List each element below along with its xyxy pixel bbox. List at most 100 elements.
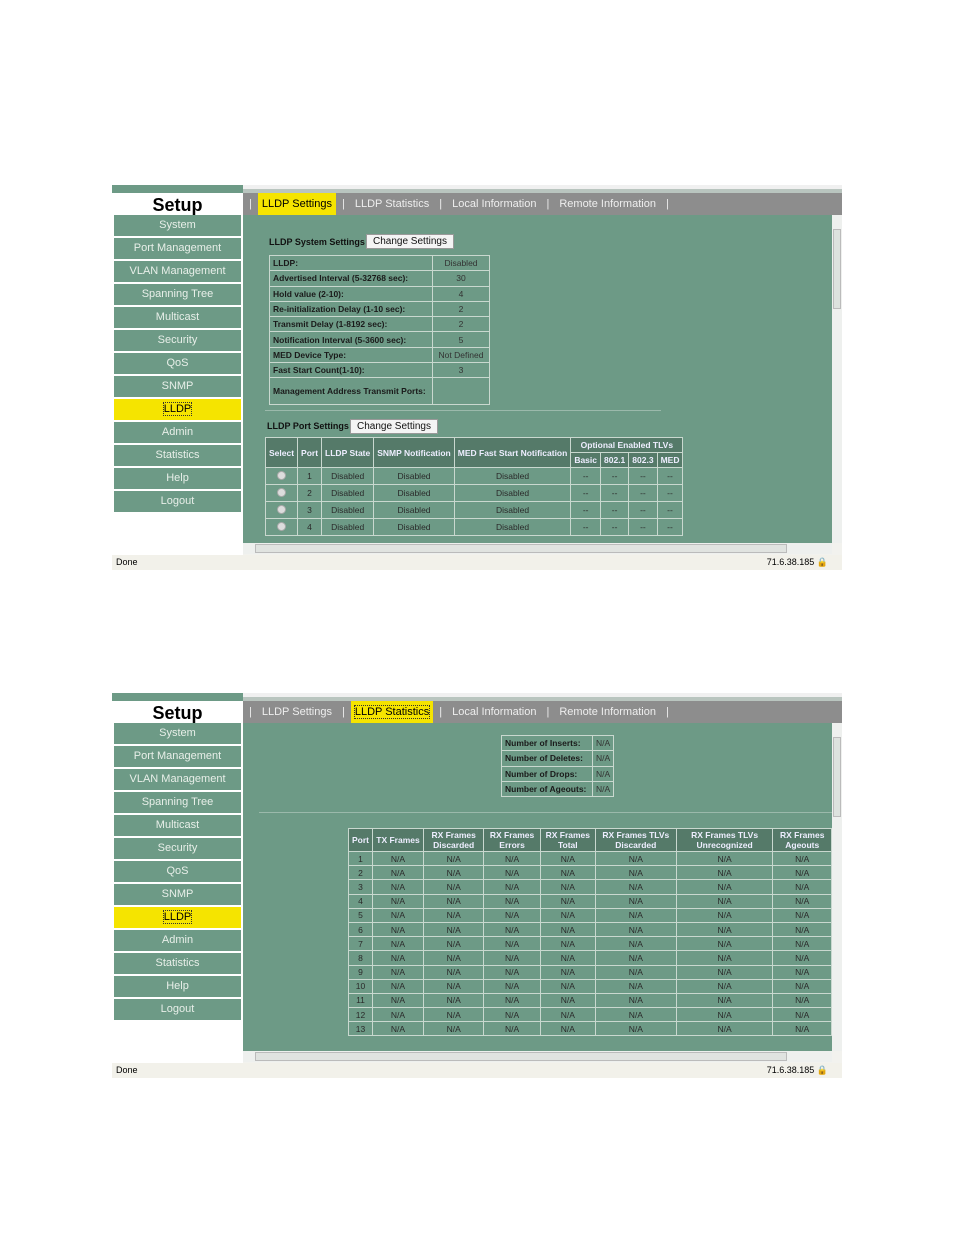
sidebar-item-multicast[interactable]: Multicast [114, 815, 241, 836]
table-cell: N/A [372, 865, 424, 881]
sidebar-item-port-management[interactable]: Port Management [114, 238, 241, 259]
sidebar-item-admin[interactable]: Admin [114, 930, 241, 951]
sidebar-item-system[interactable]: System [114, 215, 241, 236]
vertical-scrollbar[interactable] [832, 215, 842, 543]
sidebar-item-logout[interactable]: Logout [114, 999, 241, 1020]
status-bar: Done 71.6.38.185 🔒 [112, 555, 842, 570]
sidebar-item-snmp[interactable]: SNMP [114, 376, 241, 397]
table-cell: 4 [297, 518, 323, 536]
tab-lldp-statistics[interactable]: LLDP Statistics [350, 701, 434, 723]
select-radio[interactable] [277, 504, 287, 514]
sidebar-item-logout[interactable]: Logout [114, 491, 241, 512]
sidebar-item-snmp[interactable]: SNMP [114, 884, 241, 905]
scroll-thumb[interactable] [255, 1052, 787, 1061]
column-header: 802.1 [599, 452, 630, 468]
scroll-thumb[interactable] [833, 229, 841, 309]
table-cell: Disabled [321, 484, 375, 502]
sidebar-item-admin[interactable]: Admin [114, 422, 241, 443]
status-bar: Done 71.6.38.185 🔒 [112, 1063, 842, 1078]
sidebar-item-label: QoS [166, 357, 189, 369]
sidebar-item-help[interactable]: Help [114, 468, 241, 489]
select-radio[interactable] [277, 487, 287, 497]
summary-row: Number of Drops: N/A [501, 765, 615, 782]
change-system-settings-button[interactable]: Change Settings [366, 234, 454, 249]
table-cell: N/A [422, 907, 485, 923]
tab-label: LLDP Statistics [353, 705, 431, 719]
horizontal-scrollbar[interactable] [243, 543, 832, 554]
select-radio[interactable] [277, 521, 287, 531]
sidebar-item-help[interactable]: Help [114, 976, 241, 997]
tab-remote-information[interactable]: Remote Information [555, 193, 660, 215]
table-cell: N/A [539, 893, 596, 909]
table-cell: N/A [483, 950, 541, 966]
table-cell: N/A [372, 893, 424, 909]
tab-local-information[interactable]: Local Information [448, 193, 540, 215]
divider [265, 410, 661, 411]
table-cell: N/A [422, 978, 485, 994]
table-cell: Disabled [373, 518, 455, 536]
select-cell[interactable] [264, 501, 299, 519]
horizontal-scrollbar[interactable] [243, 1051, 832, 1062]
change-port-settings-button[interactable]: Change Settings [350, 419, 438, 434]
sidebar-item-statistics[interactable]: Statistics [114, 953, 241, 974]
sidebar-item-qos[interactable]: QoS [114, 861, 241, 882]
column-header: RX Frames Errors [483, 828, 541, 852]
table-cell: N/A [594, 950, 677, 966]
sidebar-item-lldp[interactable]: LLDP [114, 399, 241, 420]
table-cell: -- [628, 518, 658, 536]
vertical-scrollbar[interactable] [832, 723, 842, 1051]
select-cell[interactable] [264, 467, 299, 485]
sidebar-item-statistics[interactable]: Statistics [114, 445, 241, 466]
sidebar-item-spanning-tree[interactable]: Spanning Tree [114, 792, 241, 813]
sidebar-item-label: VLAN Management [129, 265, 226, 277]
table-row: 7 N/A N/A N/A N/A N/A N/A N/A [348, 936, 832, 952]
sidebar-item-security[interactable]: Security [114, 838, 241, 859]
table-cell: 1 [348, 850, 373, 867]
scroll-thumb[interactable] [255, 544, 787, 553]
tab-separator: | [439, 198, 443, 210]
sidebar-item-lldp[interactable]: LLDP [114, 907, 241, 928]
select-cell[interactable] [264, 518, 299, 536]
column-header: RX Frames TLVs Discarded [594, 828, 677, 852]
tab-local-information[interactable]: Local Information [448, 701, 540, 723]
sidebar-item-qos[interactable]: QoS [114, 353, 241, 374]
sidebar-item-label: Security [157, 334, 198, 346]
table-cell: N/A [483, 936, 541, 952]
column-header: Port [348, 828, 373, 852]
tab-separator: | [546, 198, 550, 210]
tab-label: LLDP Statistics [354, 198, 430, 210]
summary-cell: N/A [591, 734, 615, 752]
table-cell: N/A [483, 992, 541, 1009]
table-cell: N/A [483, 978, 541, 994]
tab-label: Local Information [452, 198, 537, 210]
port-settings-label: LLDP Port Settings [267, 421, 349, 431]
table-row: 4 N/A N/A N/A N/A N/A N/A N/A [348, 893, 832, 909]
scroll-thumb[interactable] [833, 737, 841, 817]
sidebar-title: Setup [152, 195, 203, 215]
content-area: LLDP System Settings Change Settings LLDP:… [243, 215, 832, 543]
select-cell[interactable] [264, 484, 299, 502]
table-cell: N/A [772, 992, 832, 1009]
select-radio[interactable] [277, 470, 287, 480]
sidebar-item-spanning-tree[interactable]: Spanning Tree [114, 284, 241, 305]
sidebar-item-system[interactable]: System [114, 723, 241, 744]
summary-cell: Number of Inserts: [501, 734, 593, 752]
sidebar-item-port-management[interactable]: Port Management [114, 746, 241, 767]
table-cell: N/A [772, 879, 832, 895]
tab-lldp-statistics[interactable]: LLDP Statistics [351, 193, 433, 215]
tab-lldp-settings[interactable]: LLDP Settings [258, 701, 336, 723]
table-cell: Disabled [321, 518, 375, 536]
tab-separator: | [341, 706, 345, 718]
sidebar-item-vlan-management[interactable]: VLAN Management [114, 769, 241, 790]
tab-lldp-settings[interactable]: LLDP Settings [257, 193, 336, 215]
tab-separator: | [546, 706, 550, 718]
settings-row: Re-initialization Delay (1-10 sec): 2 [269, 300, 490, 318]
column-header: 802.3 [628, 452, 658, 468]
sidebar-item-security[interactable]: Security [114, 330, 241, 351]
sidebar-item-multicast[interactable]: Multicast [114, 307, 241, 328]
table-cell: -- [599, 467, 630, 485]
tab-remote-information[interactable]: Remote Information [555, 701, 660, 723]
table-cell: 10 [348, 978, 373, 994]
table-cell: N/A [422, 879, 485, 895]
sidebar-item-vlan-management[interactable]: VLAN Management [114, 261, 241, 282]
